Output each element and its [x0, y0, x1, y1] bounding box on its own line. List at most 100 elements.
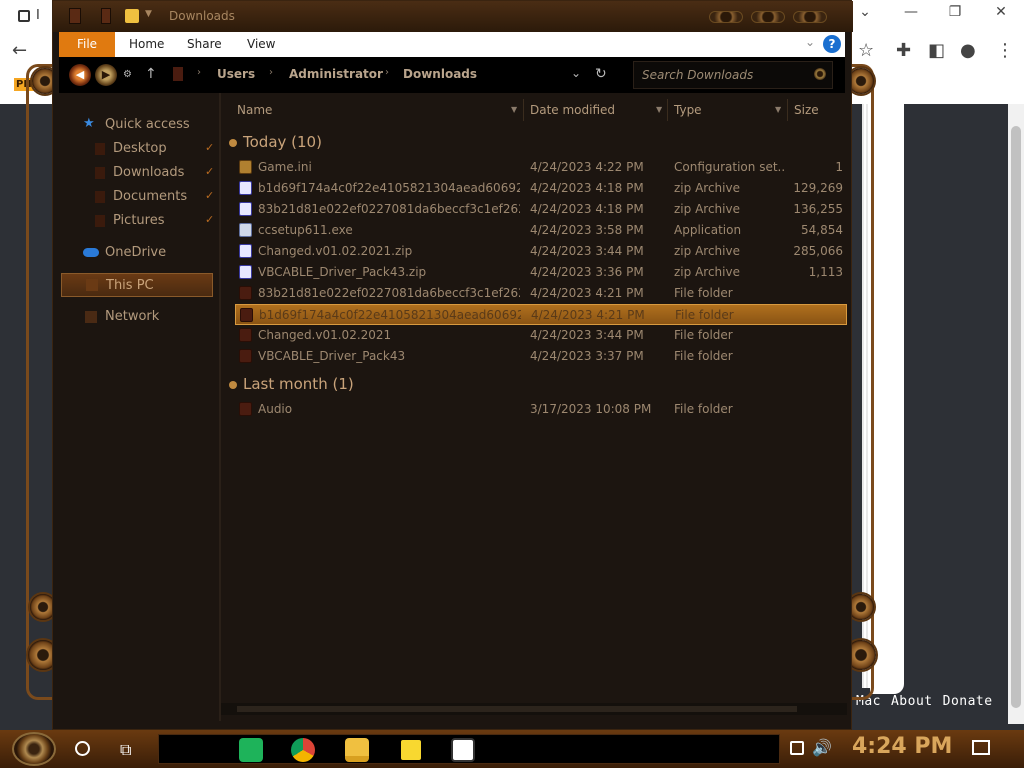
- quick-access-toolbar-icon[interactable]: [101, 8, 111, 24]
- folder-icon: [95, 215, 105, 227]
- column-divider[interactable]: [523, 99, 524, 121]
- column-date-modified[interactable]: Date modified: [530, 103, 615, 117]
- breadcrumb-administrator[interactable]: Administrator: [289, 67, 383, 81]
- file-row[interactable]: VBCABLE_Driver_Pack43.zip 4/24/2023 3:36 …: [235, 262, 847, 283]
- file-row[interactable]: b1d69f174a4c0f22e4105821304aead6069207..…: [235, 178, 847, 199]
- cortana-icon[interactable]: [75, 741, 90, 756]
- file-row[interactable]: VBCABLE_Driver_Pack43 4/24/2023 3:37 PM Fi…: [235, 346, 847, 367]
- sidebar-item-network[interactable]: Network: [59, 305, 219, 329]
- file-date: 4/24/2023 4:21 PM: [531, 308, 645, 322]
- side-panel-icon[interactable]: ◧: [928, 40, 945, 61]
- zip-archive-icon: [239, 265, 252, 279]
- google-sheets-icon[interactable]: [239, 738, 263, 762]
- new-folder-icon[interactable]: [125, 9, 139, 23]
- maximize-button[interactable]: [751, 11, 785, 23]
- close-button[interactable]: [793, 11, 827, 23]
- search-box[interactable]: [633, 61, 833, 89]
- horizontal-scrollbar[interactable]: [221, 703, 847, 715]
- browser-tab[interactable]: I: [18, 8, 40, 23]
- chevron-right-icon[interactable]: ›: [385, 67, 389, 78]
- file-row[interactable]: ccsetup611.exe 4/24/2023 3:58 PM Applicati…: [235, 220, 847, 241]
- sticky-notes-icon[interactable]: [399, 738, 423, 762]
- search-input[interactable]: [642, 67, 802, 83]
- collapse-icon[interactable]: [229, 138, 237, 147]
- volume-icon[interactable]: 🔊: [812, 738, 832, 757]
- menu-kebab-icon[interactable]: ⋮: [996, 40, 1014, 61]
- group-header-today[interactable]: Today (10): [229, 133, 322, 151]
- file-row[interactable]: b1d69f174a4c0f22e4105821304aead6069207..…: [235, 304, 847, 325]
- up-arrow-icon[interactable]: ↑: [145, 66, 157, 82]
- column-divider[interactable]: [667, 99, 668, 121]
- help-icon[interactable]: ?: [823, 35, 841, 53]
- file-explorer-window: ▼ Downloads File Home Share View ⌄ ? ◀ ▶…: [52, 0, 853, 730]
- profile-avatar-icon[interactable]: ●: [960, 40, 976, 61]
- file-row[interactable]: 83b21d81e022ef0227081da6beccf3c1ef262e2.…: [235, 199, 847, 220]
- address-dropdown-icon[interactable]: ⌄: [571, 66, 581, 80]
- column-name[interactable]: Name: [237, 103, 272, 117]
- cloud-icon: [83, 248, 99, 257]
- file-row[interactable]: 83b21d81e022ef0227081da6beccf3c1ef262e2.…: [235, 283, 847, 304]
- chevron-right-icon[interactable]: ›: [269, 67, 273, 78]
- column-size[interactable]: Size: [794, 103, 819, 117]
- file-row[interactable]: Game.ini 4/24/2023 4:22 PM Configuration s…: [235, 157, 847, 178]
- link-about[interactable]: About: [891, 694, 933, 709]
- notifications-icon[interactable]: [972, 740, 990, 755]
- sidebar-item-pictures[interactable]: Pictures ✓: [59, 209, 219, 233]
- sidebar-item-documents[interactable]: Documents ✓: [59, 185, 219, 209]
- column-name-dropdown-icon[interactable]: ▼: [511, 105, 517, 114]
- file-row[interactable]: Changed.v01.02.2021 4/24/2023 3:44 PM File…: [235, 325, 847, 346]
- bookmark-star-icon[interactable]: ☆: [858, 40, 874, 61]
- tab-file[interactable]: File: [59, 32, 115, 57]
- chrome-icon[interactable]: [291, 738, 315, 762]
- column-type[interactable]: Type: [674, 103, 702, 117]
- app-icon[interactable]: [451, 738, 475, 762]
- breadcrumb-users[interactable]: Users: [217, 67, 255, 81]
- file-row[interactable]: Audio 3/17/2023 10:08 PM File folder: [235, 399, 847, 420]
- link-donate[interactable]: Donate: [943, 694, 993, 709]
- folder-icon: [239, 328, 252, 342]
- column-type-dropdown-icon[interactable]: ▼: [775, 105, 781, 114]
- network-tray-icon[interactable]: [790, 741, 804, 755]
- sidebar-item-desktop[interactable]: Desktop ✓: [59, 137, 219, 161]
- file-row[interactable]: Changed.v01.02.2021.zip 4/24/2023 3:44 PM…: [235, 241, 847, 262]
- file-explorer-icon[interactable]: [345, 738, 369, 762]
- collapse-icon[interactable]: [229, 380, 237, 389]
- expand-ribbon-icon[interactable]: ⌄: [805, 35, 815, 49]
- sidebar-item-onedrive[interactable]: OneDrive: [59, 241, 219, 265]
- close-icon[interactable]: ✕: [978, 4, 1024, 20]
- tab-home[interactable]: Home: [129, 37, 164, 51]
- sidebar-item-downloads[interactable]: Downloads ✓: [59, 161, 219, 185]
- minimize-button[interactable]: [709, 11, 743, 23]
- back-arrow-icon[interactable]: ←: [12, 40, 27, 61]
- minimize-icon[interactable]: —: [888, 4, 934, 20]
- sidebar-item-quick-access[interactable]: ★ Quick access: [59, 113, 219, 137]
- column-date-dropdown-icon[interactable]: ▼: [656, 105, 662, 114]
- browser-scrollbar[interactable]: [1008, 104, 1024, 724]
- folder-icon: [239, 286, 252, 300]
- scrollbar-thumb[interactable]: [237, 706, 797, 712]
- file-name: b1d69f174a4c0f22e4105821304aead6069207..…: [259, 308, 521, 322]
- scrollbar-thumb[interactable]: [1011, 126, 1021, 708]
- search-icon[interactable]: [814, 68, 826, 80]
- task-view-icon[interactable]: ⧉: [120, 740, 131, 760]
- group-header-last-month[interactable]: Last month (1): [229, 375, 354, 393]
- tab-share[interactable]: Share: [187, 37, 222, 51]
- chevron-right-icon[interactable]: ›: [197, 67, 201, 78]
- forward-arrow-icon[interactable]: ▶: [95, 64, 117, 86]
- tab-view[interactable]: View: [247, 37, 275, 51]
- title-bar[interactable]: ▼ Downloads: [53, 1, 853, 32]
- recent-locations-icon[interactable]: ⚙: [123, 69, 132, 80]
- sidebar-item-label: Documents: [113, 189, 188, 204]
- file-size: 54,854: [801, 223, 843, 237]
- toolbar-dropdown-icon[interactable]: ▼: [145, 9, 152, 19]
- breadcrumb-downloads[interactable]: Downloads: [403, 67, 477, 81]
- start-button[interactable]: [12, 732, 56, 766]
- restore-icon[interactable]: ❐: [932, 4, 978, 20]
- clock[interactable]: 4:24 PM: [852, 734, 952, 759]
- extensions-icon[interactable]: ✚: [896, 40, 911, 61]
- back-arrow-icon[interactable]: ◀: [69, 64, 91, 86]
- column-divider[interactable]: [787, 99, 788, 121]
- sidebar-item-this-pc[interactable]: This PC: [61, 273, 213, 297]
- refresh-icon[interactable]: ↻: [595, 66, 607, 82]
- pin-icon: ✓: [205, 141, 215, 154]
